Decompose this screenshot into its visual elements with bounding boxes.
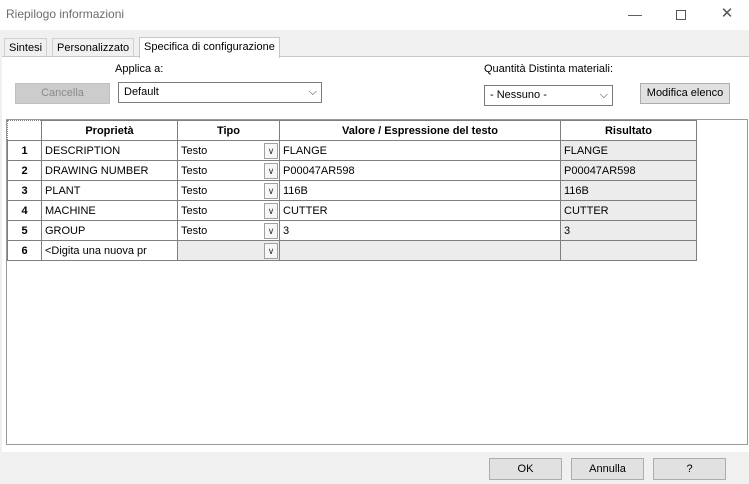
title-bar: Riepilogo informazioni — ✕ [0, 0, 749, 30]
chevron-down-icon: ⌵ [599, 89, 608, 101]
value-cell[interactable]: 116B [279, 180, 561, 201]
type-value: Testo [181, 184, 208, 197]
value-cell[interactable] [279, 240, 561, 261]
chevron-down-icon[interactable]: ∨ [264, 243, 278, 259]
property-name-cell[interactable]: DRAWING NUMBER [41, 160, 178, 181]
chevron-down-icon[interactable]: ∨ [264, 163, 278, 179]
type-value: Testo [181, 204, 208, 217]
header-row: Proprietà Tipo Valore / Espressione del … [7, 120, 697, 141]
table-row: 6 <Digita una nuova pr ∨ [7, 240, 697, 261]
quantita-select[interactable]: - Nessuno - ⌵ [484, 85, 613, 106]
table-row: 5 GROUP Testo ∨ 3 3 [7, 220, 697, 241]
tab-sintesi[interactable]: Sintesi [4, 38, 48, 57]
tab-personalizzato[interactable]: Personalizzato [52, 38, 135, 57]
tab-specifica-configurazione[interactable]: Specifica di configurazione [139, 37, 280, 58]
table-row: 3 PLANT Testo ∨ 116B 116B [7, 180, 697, 201]
chevron-down-icon: ⌵ [308, 86, 317, 98]
column-header[interactable]: Risultato [560, 120, 697, 141]
properties-table: Proprietà Tipo Valore / Espressione del … [7, 120, 697, 261]
close-icon: ✕ [720, 5, 734, 22]
applica-select-value: Default [124, 86, 159, 98]
grid-corner[interactable] [7, 120, 42, 141]
value-cell[interactable]: 3 [279, 220, 561, 241]
type-value: Testo [181, 164, 208, 177]
property-name-cell[interactable]: DESCRIPTION [41, 140, 178, 161]
row-number[interactable]: 6 [7, 240, 42, 261]
result-cell [560, 240, 697, 261]
applica-select[interactable]: Default ⌵ [118, 82, 322, 103]
quantita-select-value: - Nessuno - [490, 89, 547, 101]
annulla-button[interactable]: Annulla [571, 458, 644, 480]
chevron-down-icon[interactable]: ∨ [264, 203, 278, 219]
column-header[interactable]: Tipo [177, 120, 280, 141]
modifica-elenco-button[interactable]: Modifica elenco [640, 83, 730, 104]
property-name-cell[interactable]: MACHINE [41, 200, 178, 221]
value-cell[interactable]: P00047AR598 [279, 160, 561, 181]
row-number[interactable]: 4 [7, 200, 42, 221]
minimize-icon: — [628, 6, 642, 22]
type-cell[interactable]: ∨ [177, 240, 280, 261]
row-number[interactable]: 3 [7, 180, 42, 201]
table-row: 4 MACHINE Testo ∨ CUTTER CUTTER [7, 200, 697, 221]
column-header[interactable]: Valore / Espressione del testo [279, 120, 561, 141]
result-cell: FLANGE [560, 140, 697, 161]
column-header[interactable]: Proprietà [41, 120, 178, 141]
new-property-cell[interactable]: <Digita una nuova pr [41, 240, 178, 261]
chevron-down-icon[interactable]: ∨ [264, 143, 278, 159]
property-name-cell[interactable]: GROUP [41, 220, 178, 241]
close-button[interactable]: ✕ [704, 0, 749, 30]
value-cell[interactable]: FLANGE [279, 140, 561, 161]
value-cell[interactable]: CUTTER [279, 200, 561, 221]
type-cell[interactable]: Testo ∨ [177, 160, 280, 181]
applica-label: Applica a: [115, 63, 164, 75]
property-name-cell[interactable]: PLANT [41, 180, 178, 201]
window-title: Riepilogo informazioni [6, 7, 125, 21]
properties-grid: Proprietà Tipo Valore / Espressione del … [6, 119, 748, 445]
row-number[interactable]: 5 [7, 220, 42, 241]
type-cell[interactable]: Testo ∨ [177, 200, 280, 221]
table-row: 2 DRAWING NUMBER Testo ∨ P00047AR598 P000… [7, 160, 697, 181]
help-button[interactable]: ? [653, 458, 726, 480]
result-cell: 116B [560, 180, 697, 201]
type-cell[interactable]: Testo ∨ [177, 220, 280, 241]
result-cell: CUTTER [560, 200, 697, 221]
result-cell: P00047AR598 [560, 160, 697, 181]
cancella-button[interactable]: Cancella [15, 83, 110, 104]
row-number[interactable]: 2 [7, 160, 42, 181]
result-cell: 3 [560, 220, 697, 241]
minimize-button[interactable]: — [612, 0, 658, 30]
ok-button[interactable]: OK [489, 458, 562, 480]
type-cell[interactable]: Testo ∨ [177, 140, 280, 161]
type-cell[interactable]: Testo ∨ [177, 180, 280, 201]
tab-strip: Sintesi Personalizzato Specifica di conf… [0, 30, 749, 58]
maximize-button[interactable] [658, 0, 704, 30]
type-value: Testo [181, 144, 208, 157]
table-row: 1 DESCRIPTION Testo ∨ FLANGE FLANGE [7, 140, 697, 161]
chevron-down-icon[interactable]: ∨ [264, 183, 278, 199]
chevron-down-icon[interactable]: ∨ [264, 223, 278, 239]
maximize-icon [676, 10, 686, 21]
row-number[interactable]: 1 [7, 140, 42, 161]
quantita-label: Quantità Distinta materiali: [484, 63, 613, 75]
type-value: Testo [181, 224, 208, 237]
